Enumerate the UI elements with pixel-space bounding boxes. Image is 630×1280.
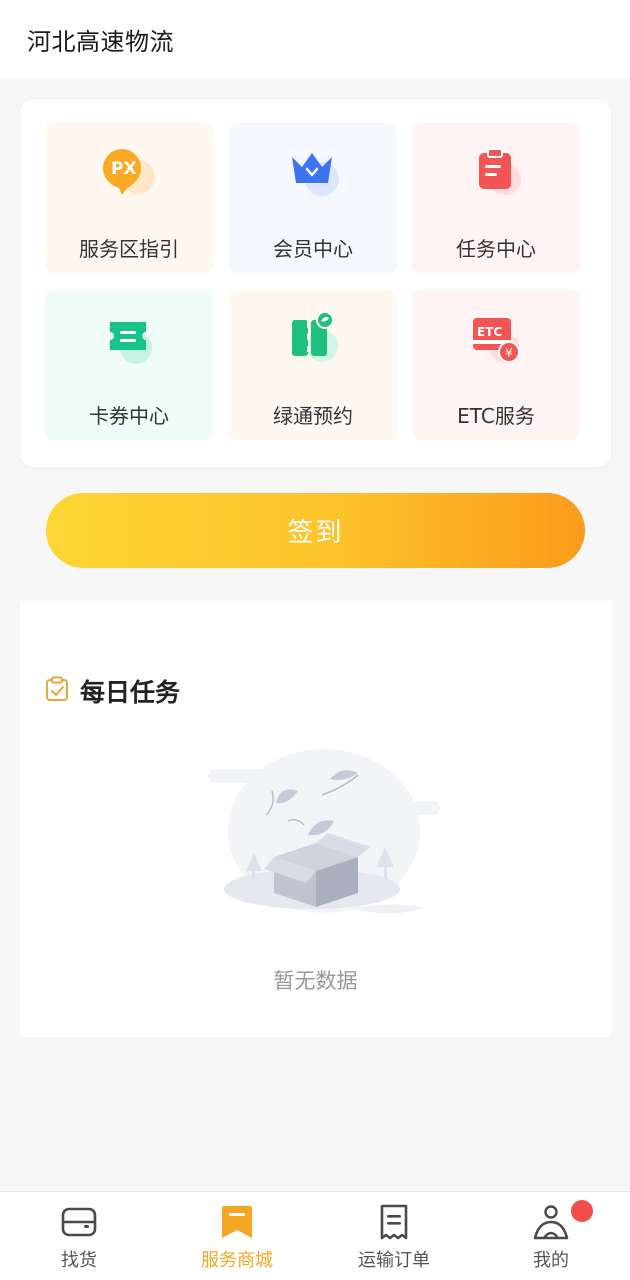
clipboard-icon xyxy=(463,141,529,207)
service-tile-label: 服务区指引 xyxy=(79,237,179,261)
checkin-button[interactable]: 签到 xyxy=(46,493,585,568)
bottom-tab-bar: 找货 服务商城 运输订单 我的 xyxy=(0,1191,630,1280)
crown-icon xyxy=(280,141,346,207)
svg-text:PX: PX xyxy=(111,159,137,179)
tab-service-mall[interactable]: 服务商城 xyxy=(158,1192,316,1280)
daily-tasks-header: 每日任务 xyxy=(44,673,180,709)
tab-label: 服务商城 xyxy=(201,1250,273,1271)
receipt-icon xyxy=(376,1204,412,1240)
user-icon xyxy=(533,1204,569,1240)
notification-badge xyxy=(571,1200,593,1222)
daily-tasks-panel: 每日任务 暂无数据 xyxy=(20,601,611,1037)
empty-state-text: 暂无数据 xyxy=(273,969,358,993)
service-tile-label: 会员中心 xyxy=(273,237,353,261)
service-tile-label: ETC服务 xyxy=(457,404,535,428)
px-location-icon: PX xyxy=(96,141,162,207)
tab-label: 运输订单 xyxy=(358,1250,430,1271)
ticket-icon xyxy=(96,308,162,374)
service-tile-label: 卡券中心 xyxy=(89,404,169,428)
svg-text:ETC: ETC xyxy=(477,325,502,339)
service-tile-etc-service[interactable]: ETC ¥ ETC服务 xyxy=(412,290,580,440)
service-tile-green-channel[interactable]: 绿通预约 xyxy=(229,290,397,440)
wallet-icon xyxy=(61,1204,97,1240)
tab-transport-orders[interactable]: 运输订单 xyxy=(315,1192,473,1280)
top-header: 河北高速物流 xyxy=(0,0,630,78)
page-title: 河北高速物流 xyxy=(27,27,174,56)
tab-label: 找货 xyxy=(61,1250,97,1271)
service-tile-coupon-center[interactable]: 卡券中心 xyxy=(45,290,213,440)
service-tile-label: 绿通预约 xyxy=(273,404,353,428)
bookmark-icon xyxy=(219,1204,255,1240)
clipboard-check-icon xyxy=(44,676,70,706)
service-tile-task-center[interactable]: 任务中心 xyxy=(412,123,580,273)
green-road-icon xyxy=(280,308,346,374)
svg-text:¥: ¥ xyxy=(505,346,513,360)
service-tile-label: 任务中心 xyxy=(456,237,536,261)
daily-tasks-title: 每日任务 xyxy=(80,678,181,707)
service-tile-service-area[interactable]: PX 服务区指引 xyxy=(45,123,213,273)
tab-label: 我的 xyxy=(533,1250,569,1271)
tab-find-goods[interactable]: 找货 xyxy=(0,1192,158,1280)
etc-card-icon: ETC ¥ xyxy=(463,308,529,374)
tab-mine[interactable]: 我的 xyxy=(472,1192,630,1280)
service-grid: PX 服务区指引 会员中心 任务中心 卡券中心 绿通预约 ETC ¥ ETC服务 xyxy=(20,99,611,467)
empty-box-illustration xyxy=(204,739,444,943)
service-tile-member-center[interactable]: 会员中心 xyxy=(229,123,397,273)
